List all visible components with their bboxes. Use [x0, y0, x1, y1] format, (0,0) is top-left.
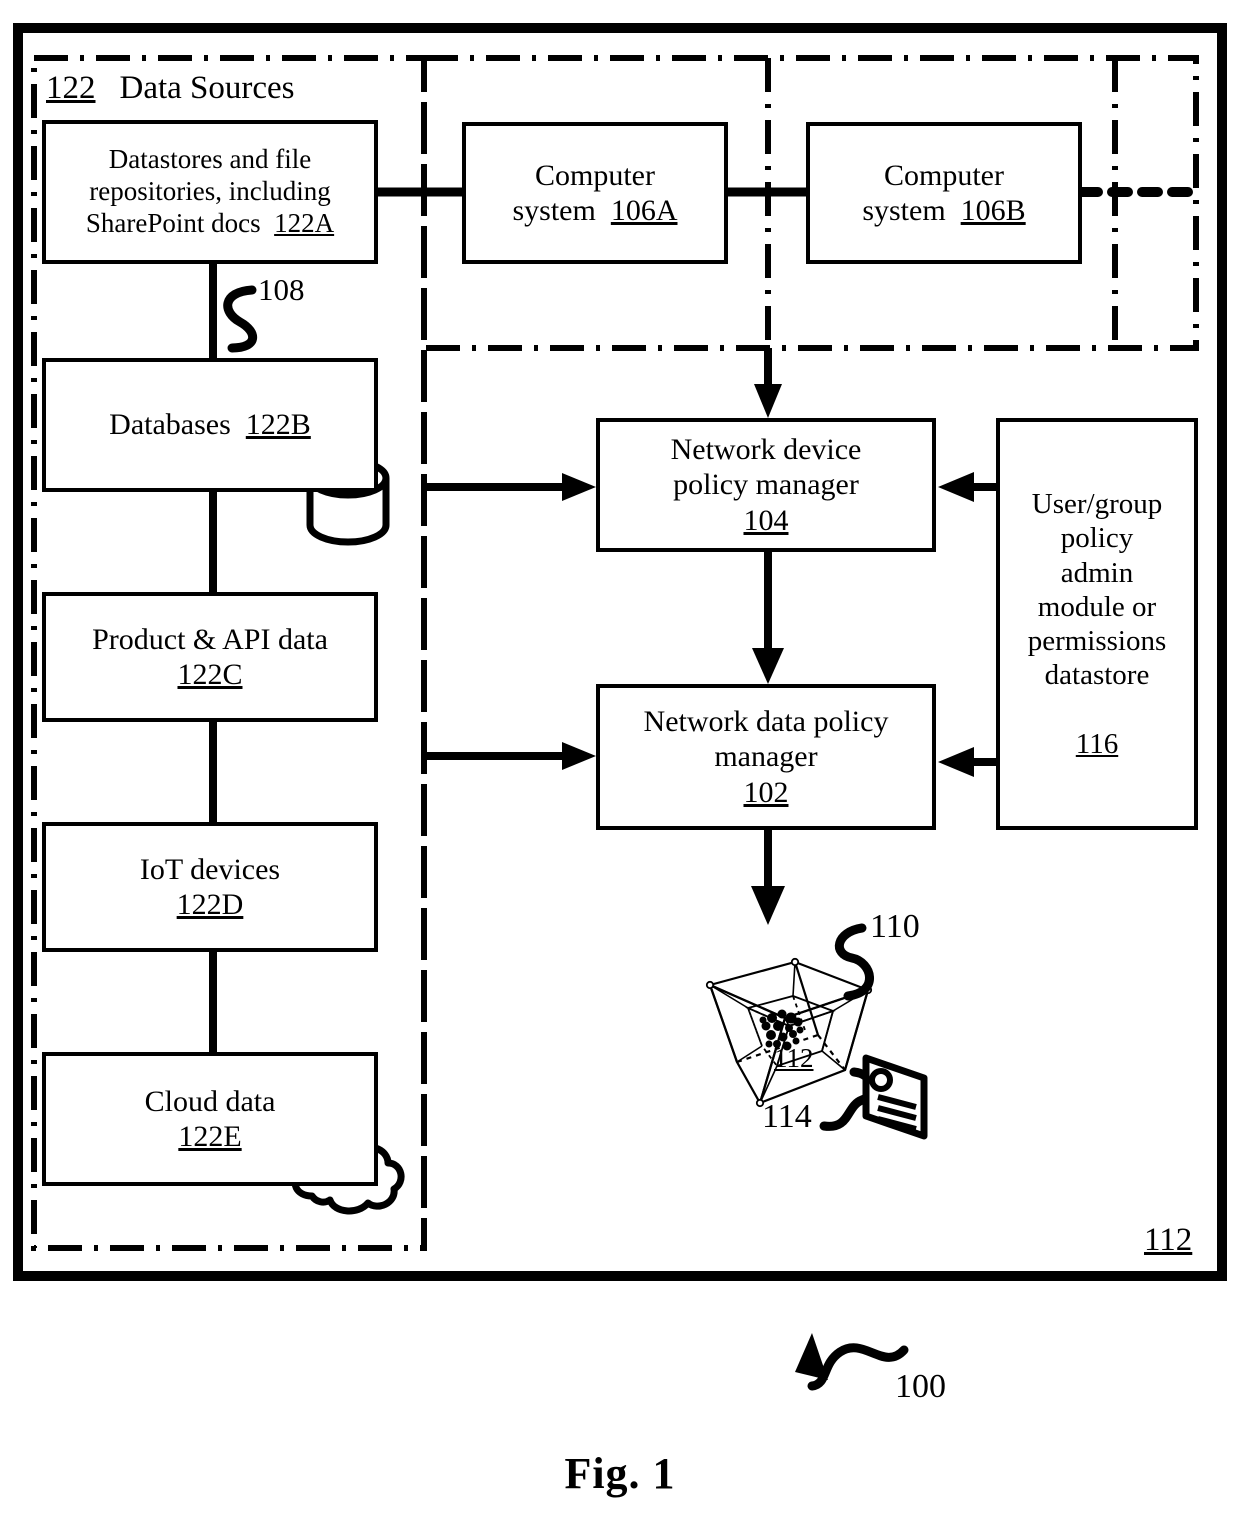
- annotation-system-100: 100: [895, 1368, 946, 1405]
- annotation-110: 110: [870, 908, 920, 945]
- datastores-ref: 122A: [274, 207, 335, 238]
- node-network-device-policy-manager-104[interactable]: Network device policy manager 104: [596, 418, 936, 552]
- data-sources-ref: 122: [46, 70, 96, 106]
- node-databases-122b[interactable]: Databases 122B: [42, 358, 378, 492]
- ndpm-ref: 102: [743, 775, 789, 809]
- computer-b-line2: system: [862, 194, 946, 227]
- dpm-line2: policy manager: [673, 468, 859, 502]
- hypercube-visualization-icon: [705, 957, 873, 1108]
- product-api-label: Product & API data: [92, 622, 328, 656]
- node-cloud-122e[interactable]: Cloud data 122E: [42, 1052, 378, 1186]
- arrow-104-to-102-head: [752, 648, 784, 684]
- data-sources-label: Data Sources: [119, 70, 295, 106]
- computer-a-line1: Computer: [534, 158, 655, 192]
- dpm-line1: Network device: [670, 432, 862, 466]
- node-computer-system-106a[interactable]: Computer system 106A: [462, 122, 728, 264]
- node-network-data-policy-manager-102[interactable]: Network data policy manager 102: [596, 684, 936, 830]
- leader-squiggle-100: [807, 1343, 909, 1391]
- ndpm-line1: Network data policy: [643, 704, 889, 738]
- ndpm-line2: manager: [714, 740, 818, 774]
- arrow-sources-to-104-head: [562, 473, 596, 501]
- ugpa-line5: permissions: [1027, 625, 1167, 657]
- dpm-ref: 104: [743, 503, 789, 537]
- ugpa-line1: User/group: [1031, 488, 1163, 521]
- leader-squiggle-110: [834, 923, 874, 1001]
- computer-b-line1: Computer: [883, 158, 1004, 192]
- annotation-system-container-112: 112: [1144, 1222, 1193, 1258]
- arrow-network-to-104-head: [754, 384, 782, 418]
- node-datastores-122a[interactable]: Datastores and file repositories, includ…: [42, 120, 378, 264]
- leader-100-arrowhead: [795, 1333, 828, 1380]
- id-badge-icon: [862, 1054, 928, 1140]
- ugpa-line4: module or: [1037, 590, 1157, 623]
- iot-ref: 122D: [176, 888, 244, 921]
- cloud-label: Cloud data: [144, 1084, 276, 1118]
- annotation-114: 114: [762, 1098, 812, 1135]
- node-user-group-policy-admin-116[interactable]: User/group policy admin module or permis…: [996, 418, 1198, 830]
- databases-label: Databases: [109, 408, 231, 442]
- computer-a-ref: 106A: [610, 194, 678, 227]
- arrow-116-to-104-head: [938, 472, 974, 502]
- ugpa-ref: 116: [1075, 727, 1119, 760]
- arrow-102-to-visualization-head: [751, 886, 785, 925]
- ugpa-line2: policy: [1060, 522, 1134, 555]
- annotation-cube-112: 112: [774, 1043, 814, 1073]
- node-iot-122d[interactable]: IoT devices 122D: [42, 822, 378, 952]
- figure-canvas: 122 Data Sources Datastores and file repo…: [0, 0, 1240, 1525]
- cloud-ref: 122E: [178, 1120, 242, 1153]
- iot-label: IoT devices: [139, 852, 281, 886]
- datastores-line3: SharePoint docs: [85, 207, 261, 238]
- ugpa-line6: datastore: [1044, 659, 1150, 692]
- computer-a-line2: system: [512, 194, 596, 227]
- databases-ref: 122B: [245, 408, 311, 442]
- ugpa-line3: admin: [1060, 556, 1134, 589]
- datastores-line2: repositories, including: [89, 176, 331, 207]
- node-computer-system-106b[interactable]: Computer system 106B: [806, 122, 1082, 264]
- leader-squiggle-114: [819, 1067, 877, 1131]
- arrow-sources-to-102-head: [562, 742, 596, 770]
- computer-b-ref: 106B: [960, 194, 1026, 227]
- data-sources-region-title: 122 Data Sources: [46, 70, 295, 107]
- figure-caption: Fig. 1: [564, 1449, 676, 1498]
- node-product-api-122c[interactable]: Product & API data 122C: [42, 592, 378, 722]
- leader-squiggle-108: [223, 285, 257, 353]
- datastores-line1: Datastores and file: [108, 144, 312, 175]
- product-api-ref: 122C: [177, 658, 243, 691]
- arrow-116-to-102-head: [938, 747, 974, 777]
- annotation-108: 108: [258, 272, 305, 307]
